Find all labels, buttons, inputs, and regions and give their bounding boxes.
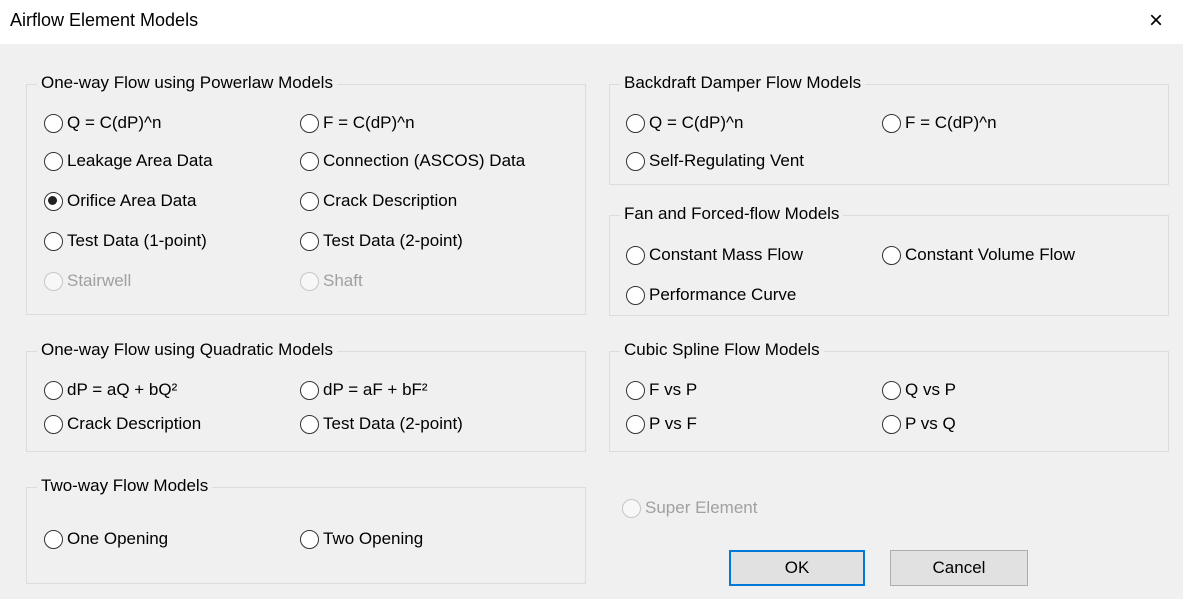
radio-circle-icon (300, 380, 319, 400)
radio-circle-icon (44, 191, 63, 211)
radio-circle-icon (622, 498, 641, 518)
radio-backdraft-q-cdpn[interactable]: Q = C(dP)^n (626, 111, 743, 135)
radio-powerlaw-test-data-2-point[interactable]: Test Data (2-point) (300, 229, 463, 253)
radio-powerlaw-f-cdpn[interactable]: F = C(dP)^n (300, 111, 415, 135)
radio-label: Q = C(dP)^n (649, 113, 744, 132)
radio-orifice-area-data[interactable]: Orifice Area Data (44, 189, 196, 213)
radio-label: dP = aF + bF² (323, 380, 428, 399)
radio-label: Super Element (645, 498, 758, 517)
radio-circle-icon (626, 245, 645, 265)
radio-constant-volume-flow[interactable]: Constant Volume Flow (882, 243, 1075, 267)
radio-label: Crack Description (323, 191, 458, 210)
radio-circle-icon (300, 414, 319, 434)
radio-circle-icon (300, 271, 319, 291)
radio-test-data-1-point[interactable]: Test Data (1-point) (44, 229, 207, 253)
radio-circle-icon (882, 414, 901, 434)
radio-label: One Opening (67, 529, 169, 548)
radio-stairwell: Stairwell (44, 269, 131, 293)
radio-label: Test Data (2-point) (323, 231, 463, 250)
group-fan-title: Fan and Forced-flow Models (620, 204, 844, 224)
group-spline-title: Cubic Spline Flow Models (620, 340, 824, 360)
radio-super-element: Super Element (622, 496, 757, 520)
radio-label: P vs F (649, 414, 697, 433)
radio-label: Two Opening (323, 529, 424, 548)
radio-label: F vs P (649, 380, 698, 399)
radio-powerlaw-q-cdpn[interactable]: Q = C(dP)^n (44, 111, 161, 135)
radio-p-vs-q[interactable]: P vs Q (882, 412, 956, 436)
radio-shaft: Shaft (300, 269, 363, 293)
radio-circle-icon (44, 231, 63, 251)
radio-q-vs-p[interactable]: Q vs P (882, 378, 956, 402)
radio-label: Self-Regulating Vent (649, 151, 804, 170)
close-icon[interactable]: × (1143, 8, 1169, 34)
radio-circle-icon (300, 231, 319, 251)
radio-label: Crack Description (67, 414, 202, 433)
radio-label: Q = C(dP)^n (67, 113, 162, 132)
radio-circle-icon (300, 529, 319, 549)
radio-circle-icon (626, 113, 645, 133)
radio-label: F = C(dP)^n (323, 113, 415, 132)
radio-constant-mass-flow[interactable]: Constant Mass Flow (626, 243, 803, 267)
radio-label: Shaft (323, 271, 363, 290)
radio-label: Constant Volume Flow (905, 245, 1076, 264)
radio-f-vs-p[interactable]: F vs P (626, 378, 697, 402)
radio-quadratic-crack-description[interactable]: Crack Description (44, 412, 201, 436)
radio-dp-aq-bq2[interactable]: dP = aQ + bQ² (44, 378, 177, 402)
radio-circle-icon (626, 414, 645, 434)
radio-connection-ascos-data[interactable]: Connection (ASCOS) Data (300, 149, 525, 173)
radio-label: Stairwell (67, 271, 132, 290)
radio-powerlaw-crack-description[interactable]: Crack Description (300, 189, 457, 213)
radio-label: Performance Curve (649, 285, 797, 304)
radio-circle-icon (300, 113, 319, 133)
radio-p-vs-f[interactable]: P vs F (626, 412, 697, 436)
radio-circle-icon (44, 380, 63, 400)
group-quadratic-title: One-way Flow using Quadratic Models (37, 340, 337, 360)
radio-circle-icon (300, 191, 319, 211)
radio-circle-icon (626, 380, 645, 400)
radio-circle-icon (882, 113, 901, 133)
radio-quadratic-test-data-2-point[interactable]: Test Data (2-point) (300, 412, 463, 436)
radio-performance-curve[interactable]: Performance Curve (626, 283, 796, 307)
radio-label: P vs Q (905, 414, 956, 433)
cancel-button[interactable]: Cancel (890, 550, 1028, 586)
radio-label: Leakage Area Data (67, 151, 213, 170)
group-twoway-title: Two-way Flow Models (37, 476, 213, 496)
radio-circle-icon (626, 151, 645, 171)
radio-self-regulating-vent[interactable]: Self-Regulating Vent (626, 149, 804, 173)
radio-label: Orifice Area Data (67, 191, 197, 210)
radio-label: dP = aQ + bQ² (67, 380, 178, 399)
radio-leakage-area-data[interactable]: Leakage Area Data (44, 149, 213, 173)
radio-label: F = C(dP)^n (905, 113, 997, 132)
radio-label: Test Data (1-point) (67, 231, 207, 250)
window-title: Airflow Element Models (10, 10, 199, 30)
radio-circle-icon (44, 271, 63, 291)
ok-button[interactable]: OK (729, 550, 865, 586)
radio-circle-icon (626, 285, 645, 305)
group-powerlaw-title: One-way Flow using Powerlaw Models (37, 73, 337, 93)
radio-label: Q vs P (905, 380, 957, 399)
radio-circle-icon (882, 380, 901, 400)
radio-circle-icon (300, 151, 319, 171)
radio-label: Constant Mass Flow (649, 245, 803, 264)
radio-circle-icon (882, 245, 901, 265)
radio-one-opening[interactable]: One Opening (44, 527, 168, 551)
radio-label: Connection (ASCOS) Data (323, 151, 526, 170)
radio-circle-icon (44, 414, 63, 434)
radio-circle-icon (44, 151, 63, 171)
title-bar: Airflow Element Models × (0, 0, 1183, 44)
radio-dp-af-bf2[interactable]: dP = aF + bF² (300, 378, 428, 402)
radio-two-opening[interactable]: Two Opening (300, 527, 423, 551)
group-backdraft-title: Backdraft Damper Flow Models (620, 73, 866, 93)
radio-backdraft-f-cdpn[interactable]: F = C(dP)^n (882, 111, 997, 135)
radio-circle-icon (44, 113, 63, 133)
radio-circle-icon (44, 529, 63, 549)
radio-label: Test Data (2-point) (323, 414, 463, 433)
